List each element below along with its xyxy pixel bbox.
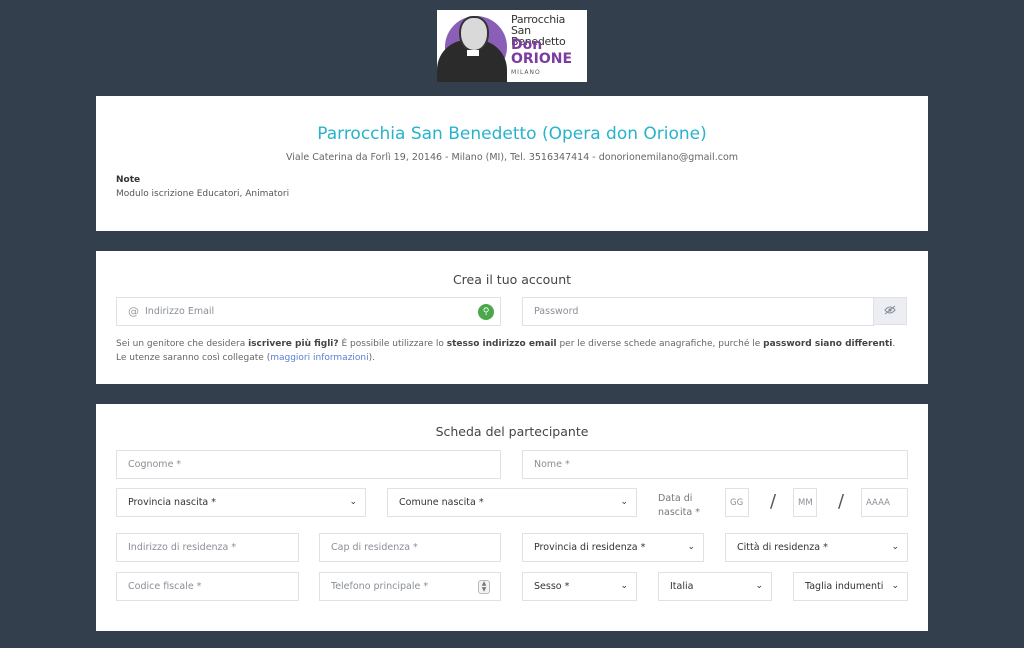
codice-fiscale-field[interactable]: Codice fiscale * bbox=[116, 572, 299, 601]
nome-placeholder: Nome * bbox=[534, 459, 570, 470]
cognome-field[interactable]: Cognome * bbox=[116, 450, 501, 479]
account-card: Crea il tuo account @ Indirizzo Email ⚲ … bbox=[96, 251, 928, 384]
mese-nascita-field[interactable]: MM bbox=[793, 488, 817, 517]
logo-text-4: ORIONE bbox=[511, 51, 573, 67]
multi-account-info: Sei un genitore che desidera iscrivere p… bbox=[116, 339, 896, 363]
logo-collar bbox=[467, 50, 479, 56]
provincia-nascita-value: Provincia nascita * bbox=[128, 497, 217, 508]
chevron-down-icon: ⌄ bbox=[891, 581, 899, 591]
telefono-field[interactable]: Telefono principale * ▲ ▼ bbox=[319, 572, 501, 601]
page-title: Parrocchia San Benedetto (Opera don Orio… bbox=[317, 124, 707, 144]
password-placeholder: Password bbox=[534, 306, 579, 317]
cap-residenza-field[interactable]: Cap di residenza * bbox=[319, 533, 501, 562]
nome-field[interactable]: Nome * bbox=[522, 450, 908, 479]
sesso-value: Sesso * bbox=[534, 581, 570, 592]
comune-nascita-select[interactable]: Comune nascita * ⌄ bbox=[387, 488, 637, 517]
note-text: Modulo iscrizione Educatori, Animatori bbox=[116, 189, 290, 199]
logo-face bbox=[459, 16, 489, 52]
number-spinner-icon[interactable]: ▲ ▼ bbox=[478, 580, 490, 594]
taglia-value: Taglia indumenti bbox=[805, 581, 884, 592]
cap-placeholder: Cap di residenza * bbox=[331, 542, 418, 553]
email-field[interactable]: @ Indirizzo Email ⚲ bbox=[116, 297, 501, 326]
anno-nascita-field[interactable]: AAAA bbox=[861, 488, 908, 517]
chevron-down-icon: ⌄ bbox=[687, 542, 695, 552]
note-label: Note bbox=[116, 175, 141, 185]
password-manager-icon[interactable]: ⚲ bbox=[478, 304, 494, 320]
sesso-select[interactable]: Sesso * ⌄ bbox=[522, 572, 637, 601]
chevron-down-icon: ⌄ bbox=[755, 581, 763, 591]
provincia-nascita-select[interactable]: Provincia nascita * ⌄ bbox=[116, 488, 366, 517]
aaaa-placeholder: AAAA bbox=[866, 497, 890, 508]
citta-residenza-value: Città di residenza * bbox=[737, 542, 828, 553]
comune-nascita-value: Comune nascita * bbox=[399, 497, 484, 508]
participant-card: Scheda del partecipante Cognome * Nome *… bbox=[96, 404, 928, 631]
org-address: Viale Caterina da Forlì 19, 20146 - Mila… bbox=[285, 152, 739, 163]
nazione-value: Italia bbox=[670, 581, 694, 592]
toggle-password-visibility-button[interactable] bbox=[873, 297, 907, 325]
giorno-nascita-field[interactable]: GG bbox=[725, 488, 749, 517]
nazione-select[interactable]: Italia ⌄ bbox=[658, 572, 772, 601]
header-card: Parrocchia San Benedetto (Opera don Orio… bbox=[96, 96, 928, 231]
indirizzo-placeholder: Indirizzo di residenza * bbox=[128, 542, 237, 553]
chevron-down-icon: ⌄ bbox=[620, 497, 628, 507]
taglia-indumenti-select[interactable]: Taglia indumenti ⌄ bbox=[793, 572, 908, 601]
more-info-link[interactable]: maggiori informazioni bbox=[270, 353, 368, 363]
date-separator: / bbox=[770, 491, 777, 512]
telefono-placeholder: Telefono principale * bbox=[331, 581, 429, 592]
date-separator: / bbox=[838, 491, 845, 512]
email-placeholder: Indirizzo Email bbox=[145, 306, 215, 317]
parish-logo: Parrocchia San Benedetto Don ORIONE MILA… bbox=[437, 10, 587, 82]
account-title: Crea il tuo account bbox=[452, 272, 572, 287]
provincia-residenza-select[interactable]: Provincia di residenza * ⌄ bbox=[522, 533, 704, 562]
chevron-down-icon: ⌄ bbox=[620, 581, 628, 591]
codice-fiscale-placeholder: Codice fiscale * bbox=[128, 581, 202, 592]
provincia-residenza-value: Provincia di residenza * bbox=[534, 542, 646, 553]
at-icon: @ bbox=[128, 305, 139, 318]
password-field[interactable]: Password bbox=[522, 297, 874, 326]
gg-placeholder: GG bbox=[730, 497, 744, 508]
eye-slash-icon bbox=[884, 305, 896, 318]
logo-text-3: Don bbox=[511, 37, 543, 53]
indirizzo-residenza-field[interactable]: Indirizzo di residenza * bbox=[116, 533, 299, 562]
mm-placeholder: MM bbox=[798, 497, 813, 508]
logo-text-5: MILANO bbox=[511, 69, 541, 76]
citta-residenza-select[interactable]: Città di residenza * ⌄ bbox=[725, 533, 908, 562]
participant-title: Scheda del partecipante bbox=[435, 424, 589, 439]
data-nascita-label: Data di nascita * bbox=[658, 493, 700, 518]
cognome-placeholder: Cognome * bbox=[128, 459, 182, 470]
chevron-down-icon: ⌄ bbox=[891, 542, 899, 552]
chevron-down-icon: ⌄ bbox=[349, 497, 357, 507]
